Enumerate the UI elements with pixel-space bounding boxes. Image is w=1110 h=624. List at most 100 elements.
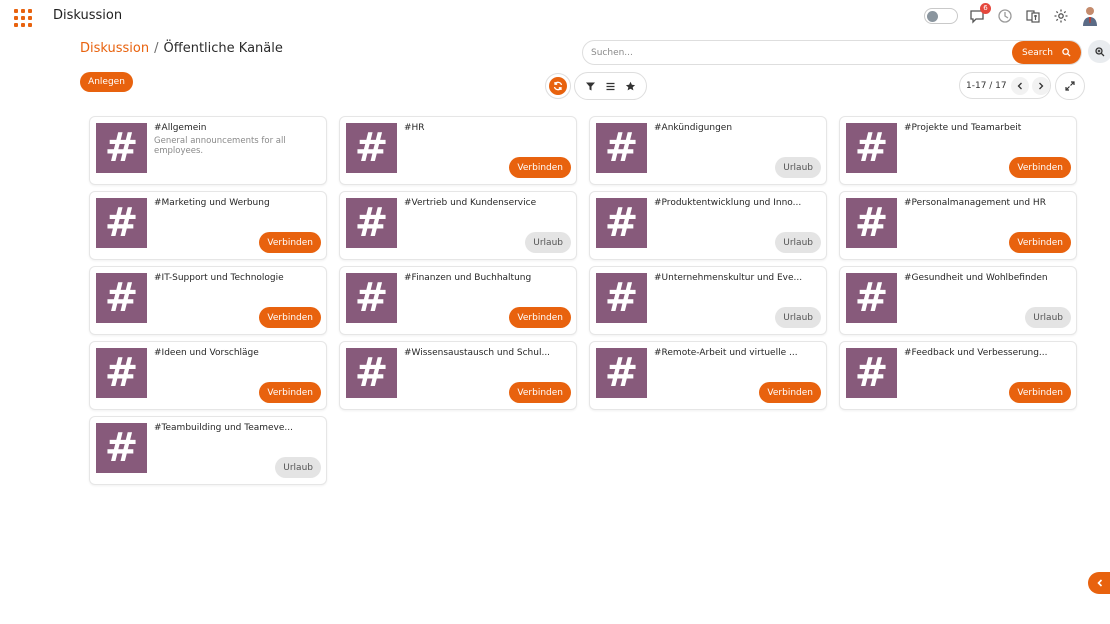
channel-name: #IT-Support und Technologie <box>154 273 284 283</box>
channel-hash-icon: # <box>346 198 397 248</box>
settings-gear-icon[interactable] <box>1052 7 1070 25</box>
channel-hash-glyph: # <box>604 350 639 396</box>
channel-hash-icon: # <box>596 273 647 323</box>
join-channel-button[interactable]: Verbinden <box>259 232 321 253</box>
refresh-button[interactable] <box>545 73 571 99</box>
channel-hash-glyph: # <box>854 125 889 171</box>
search-button-label: Search <box>1022 47 1053 58</box>
channel-hash-icon: # <box>846 273 897 323</box>
channel-hash-icon: # <box>96 423 147 473</box>
channel-hash-glyph: # <box>354 125 389 171</box>
channel-hash-icon: # <box>596 198 647 248</box>
pager-previous-chevron-left-icon[interactable] <box>1011 76 1029 95</box>
leave-channel-button[interactable]: Urlaub <box>1025 307 1071 328</box>
channel-hash-icon: # <box>96 198 147 248</box>
channel-name: #Marketing und Werbung <box>154 198 270 208</box>
channel-card[interactable]: # #Gesundheit und Wohlbefinden Urlaub <box>839 266 1077 335</box>
search-input[interactable] <box>591 45 991 61</box>
channel-name: #Unternehmenskultur und Eve... <box>654 273 803 283</box>
refresh-icon <box>549 77 567 95</box>
channel-name: #Ideen und Vorschläge <box>154 348 259 358</box>
channel-card[interactable]: # #Ankündigungen Urlaub <box>589 116 827 185</box>
channel-card[interactable]: # #Finanzen und Buchhaltung Verbinden <box>339 266 577 335</box>
channel-name: #Feedback und Verbesserung... <box>904 348 1048 358</box>
join-channel-button[interactable]: Verbinden <box>759 382 821 403</box>
app-title[interactable]: Diskussion <box>53 8 122 23</box>
leave-channel-button[interactable]: Urlaub <box>775 307 821 328</box>
favorites-star-icon[interactable] <box>623 79 637 93</box>
channel-name: #Ankündigungen <box>654 123 733 133</box>
language-switch-icon[interactable] <box>1024 7 1042 25</box>
join-channel-button[interactable]: Verbinden <box>1009 382 1071 403</box>
channel-hash-icon: # <box>846 348 897 398</box>
channel-hash-glyph: # <box>104 200 139 246</box>
channel-card[interactable]: # #Produktentwicklung und Inno... Urlaub <box>589 191 827 260</box>
leave-channel-button[interactable]: Urlaub <box>275 457 321 478</box>
chat-window-toggle-chevron-left-icon[interactable] <box>1088 572 1110 594</box>
search-panel-toggles <box>574 72 647 100</box>
channel-name: #Allgemein <box>154 123 207 133</box>
channel-name: #Vertrieb und Kundenservice <box>404 198 537 208</box>
channel-card[interactable]: # #Projekte und Teamarbeit Verbinden <box>839 116 1077 185</box>
channel-hash-glyph: # <box>104 125 139 171</box>
join-channel-button[interactable]: Verbinden <box>509 382 571 403</box>
search-bar: Search <box>582 40 1082 65</box>
pager-value[interactable]: 1-17 / 17 <box>966 81 1008 91</box>
join-channel-button[interactable]: Verbinden <box>1009 232 1071 253</box>
dark-mode-toggle[interactable] <box>924 8 958 24</box>
channel-card[interactable]: # #Vertrieb und Kundenservice Urlaub <box>339 191 577 260</box>
channel-card[interactable]: # #Wissensaustausch und Schul... Verbinden <box>339 341 577 410</box>
channel-name: #Produktentwicklung und Inno... <box>654 198 802 208</box>
channel-name: #Wissensaustausch und Schul... <box>404 348 551 358</box>
breadcrumb: Diskussion / Öffentliche Kanäle <box>80 41 283 56</box>
channel-card[interactable]: # #Unternehmenskultur und Eve... Urlaub <box>589 266 827 335</box>
search-options-zoom-icon[interactable] <box>1088 40 1110 63</box>
leave-channel-button[interactable]: Urlaub <box>775 157 821 178</box>
channel-hash-glyph: # <box>604 200 639 246</box>
channel-card[interactable]: # #HR Verbinden <box>339 116 577 185</box>
filter-icon[interactable] <box>584 79 598 93</box>
breadcrumb-separator: / <box>154 41 159 56</box>
activity-clock-icon[interactable] <box>996 7 1014 25</box>
channel-hash-glyph: # <box>604 275 639 321</box>
breadcrumb-parent-link[interactable]: Diskussion <box>80 41 149 56</box>
join-channel-button[interactable]: Verbinden <box>259 382 321 403</box>
messages-icon[interactable]: 6 <box>968 3 991 25</box>
channel-hash-icon: # <box>96 123 147 173</box>
channel-hash-glyph: # <box>104 275 139 321</box>
channel-hash-glyph: # <box>354 350 389 396</box>
channel-name: #Finanzen und Buchhaltung <box>404 273 532 283</box>
channel-hash-icon: # <box>596 123 647 173</box>
group-by-list-icon[interactable] <box>603 79 617 93</box>
channel-card[interactable]: # #Personalmanagement und HR Verbinden <box>839 191 1077 260</box>
join-channel-button[interactable]: Verbinden <box>1009 157 1071 178</box>
channel-name: #Gesundheit und Wohlbefinden <box>904 273 1048 283</box>
channel-name: #Teambuilding und Teameve... <box>154 423 293 433</box>
channel-card[interactable]: # #Allgemein General announcements for all… <box>89 116 327 185</box>
fullscreen-expand-icon[interactable] <box>1055 72 1085 100</box>
channel-card[interactable]: # #IT-Support und Technologie Verbinden <box>89 266 327 335</box>
channel-card[interactable]: # #Teambuilding und Teameve... Urlaub <box>89 416 327 485</box>
channel-name: #Remote-Arbeit und virtuelle ... <box>654 348 798 358</box>
channel-description: General announcements for all employees. <box>154 136 286 156</box>
channel-hash-icon: # <box>346 123 397 173</box>
channel-card[interactable]: # #Marketing und Werbung Verbinden <box>89 191 327 260</box>
join-channel-button[interactable]: Verbinden <box>259 307 321 328</box>
channel-card[interactable]: # #Ideen und Vorschläge Verbinden <box>89 341 327 410</box>
search-button[interactable]: Search <box>1012 41 1081 64</box>
leave-channel-button[interactable]: Urlaub <box>775 232 821 253</box>
channel-card[interactable]: # #Feedback und Verbesserung... Verbinden <box>839 341 1077 410</box>
channel-hash-glyph: # <box>104 350 139 396</box>
join-channel-button[interactable]: Verbinden <box>509 157 571 178</box>
channel-hash-glyph: # <box>854 200 889 246</box>
search-icon <box>1062 48 1071 57</box>
channel-card[interactable]: # #Remote-Arbeit und virtuelle ... Verbind… <box>589 341 827 410</box>
top-navbar: Diskussion 6 <box>0 0 1110 33</box>
pager-next-chevron-right-icon[interactable] <box>1032 76 1050 95</box>
leave-channel-button[interactable]: Urlaub <box>525 232 571 253</box>
create-button[interactable]: Anlegen <box>80 72 133 92</box>
join-channel-button[interactable]: Verbinden <box>509 307 571 328</box>
user-avatar[interactable] <box>1080 5 1100 27</box>
apps-menu-icon[interactable] <box>14 9 32 27</box>
channel-name: #HR <box>404 123 425 133</box>
